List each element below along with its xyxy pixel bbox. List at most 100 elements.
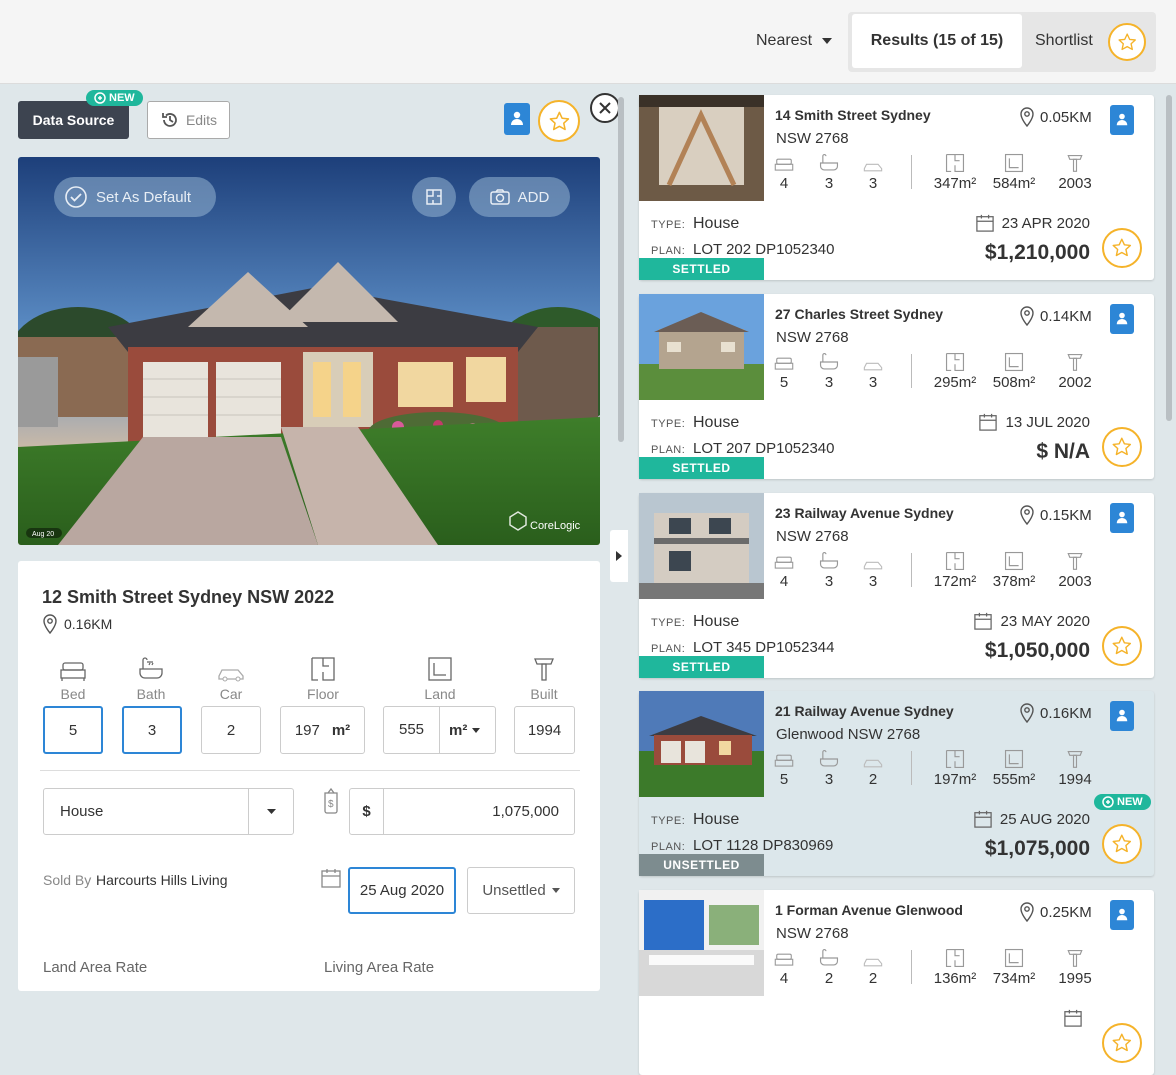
distance-value: 0.05KM xyxy=(1040,108,1092,126)
hammer-icon xyxy=(534,658,554,681)
check-circle-icon xyxy=(65,186,87,208)
camera-icon xyxy=(489,189,510,205)
caret-down-icon xyxy=(266,809,276,814)
land-area-icon xyxy=(1004,352,1024,372)
land-unit: m² xyxy=(449,721,468,739)
sort-dropdown[interactable]: Nearest xyxy=(756,32,833,50)
spec-car: 2 xyxy=(855,946,891,987)
floor-input[interactable]: 197 m² xyxy=(280,706,365,754)
scrollbar-thumb[interactable] xyxy=(1166,95,1172,421)
sale-date-input[interactable]: 25 Aug 2020 xyxy=(348,867,456,914)
sale-price: $1,075,000 xyxy=(984,837,1090,860)
shortlist-star-button[interactable] xyxy=(1102,427,1142,467)
divider xyxy=(911,553,912,587)
tab-shortlist[interactable]: Shortlist xyxy=(1035,32,1093,50)
bed-input[interactable]: 5 xyxy=(43,706,103,754)
floorplan-button[interactable] xyxy=(412,177,456,217)
spec-bed: 4 xyxy=(766,946,802,987)
contact-card-icon[interactable] xyxy=(1110,900,1134,930)
calendar-icon xyxy=(975,214,994,232)
result-card[interactable]: SETTLED 14 Smith Street Sydney NSW 2768 … xyxy=(639,95,1154,280)
land-value: 734m² xyxy=(992,970,1036,987)
land-area-icon xyxy=(428,657,452,681)
property-detail-panel: Data Source NEW Edits Aug 20 CoreLogic S… xyxy=(0,85,628,991)
plan-key: PLAN: xyxy=(651,841,686,853)
edits-label: Edits xyxy=(185,112,218,128)
bath-input[interactable]: 3 xyxy=(122,706,182,754)
add-photo-button[interactable]: ADD xyxy=(469,177,570,217)
built-value: 1994 xyxy=(1058,771,1092,788)
divider xyxy=(911,354,912,388)
star-icon xyxy=(1112,636,1132,655)
bath-icon xyxy=(819,552,839,569)
shortlist-star-button[interactable] xyxy=(1102,626,1142,666)
built-value: 2002 xyxy=(1058,374,1092,391)
spec-bath: 3 xyxy=(811,350,847,391)
contact-card-icon[interactable] xyxy=(1110,701,1134,731)
car-icon xyxy=(863,561,883,570)
contact-card-icon[interactable] xyxy=(1110,304,1134,334)
spec-bath: 3 xyxy=(811,747,847,788)
result-card[interactable]: UNSETTLED 21 Railway Avenue Sydney Glenw… xyxy=(639,691,1154,876)
result-thumbnail[interactable] xyxy=(639,691,764,797)
favorite-star-button[interactable] xyxy=(538,100,580,142)
result-thumbnail[interactable] xyxy=(639,294,764,400)
car-value: 2 xyxy=(868,771,878,788)
scrollbar-thumb[interactable] xyxy=(618,97,624,442)
contact-card-icon[interactable] xyxy=(504,103,530,135)
car-input[interactable]: 2 xyxy=(201,706,261,754)
spec-built: 2002 xyxy=(1053,350,1097,391)
new-icon xyxy=(94,92,106,104)
land-unit-dropdown[interactable]: m² xyxy=(440,721,481,739)
result-thumbnail[interactable] xyxy=(639,890,764,996)
results-scrollbar[interactable] xyxy=(1165,95,1173,980)
caret-down-icon xyxy=(551,888,560,893)
result-thumbnail[interactable] xyxy=(639,95,764,201)
feature-floor: Floor xyxy=(298,654,348,702)
location-pin-icon xyxy=(43,614,57,634)
set-as-default-button[interactable]: Set As Default xyxy=(54,177,216,217)
car-value: 3 xyxy=(868,374,878,391)
results-list: SETTLED 14 Smith Street Sydney NSW 2768 … xyxy=(628,85,1176,1075)
car-icon xyxy=(218,669,244,682)
car-icon xyxy=(863,958,883,967)
result-distance: 0.25KM xyxy=(1019,902,1092,922)
collapse-panel-button[interactable] xyxy=(610,530,628,582)
land-input[interactable]: 555 m² xyxy=(383,706,496,754)
spec-car: 3 xyxy=(855,549,891,590)
result-thumbnail[interactable] xyxy=(639,493,764,599)
result-address-line1: 27 Charles Street Sydney xyxy=(775,306,944,322)
result-card[interactable]: 1 Forman Avenue Glenwood NSW 2768 0.25KM… xyxy=(639,890,1154,1075)
bath-value: 3 xyxy=(824,573,834,590)
land-value: 555 xyxy=(384,707,440,753)
bath-label: Bath xyxy=(136,686,166,702)
price-input[interactable]: $ 1,075,000 xyxy=(349,788,575,835)
floorplan-icon xyxy=(311,657,335,681)
result-address-line1: 23 Railway Avenue Sydney xyxy=(775,505,954,521)
built-input[interactable]: 1994 xyxy=(514,706,575,754)
sale-status-select[interactable]: Unsettled xyxy=(467,867,575,914)
sale-date: 13 JUL 2020 xyxy=(979,413,1090,431)
property-type-select[interactable]: House xyxy=(43,788,294,835)
contact-card-icon[interactable] xyxy=(1110,105,1134,135)
edits-button[interactable]: Edits xyxy=(147,101,230,139)
distance-value: 0.14KM xyxy=(1040,307,1092,325)
caret-down-icon xyxy=(822,38,833,44)
shortlist-star-button[interactable] xyxy=(1102,1023,1142,1063)
spec-floor: 136m² xyxy=(929,946,981,987)
contact-card-icon[interactable] xyxy=(1110,503,1134,533)
data-source-button[interactable]: Data Source xyxy=(18,101,129,139)
land-area-icon xyxy=(1004,551,1024,571)
shortlist-star-button[interactable] xyxy=(1102,228,1142,268)
result-card[interactable]: SETTLED 27 Charles Street Sydney NSW 276… xyxy=(639,294,1154,479)
spec-built: 1995 xyxy=(1053,946,1097,987)
feature-car: Car xyxy=(208,654,254,702)
tab-results[interactable]: Results (15 of 15) xyxy=(852,14,1022,68)
new-badge-label: NEW xyxy=(109,92,135,104)
sale-date-value: 13 JUL 2020 xyxy=(1005,413,1090,431)
shortlist-star-button[interactable] xyxy=(1102,824,1142,864)
status-badge: SETTLED xyxy=(639,457,764,479)
result-card[interactable]: SETTLED 23 Railway Avenue Sydney NSW 276… xyxy=(639,493,1154,678)
spec-floor: 197m² xyxy=(929,747,981,788)
shortlist-star-button[interactable] xyxy=(1108,23,1146,61)
